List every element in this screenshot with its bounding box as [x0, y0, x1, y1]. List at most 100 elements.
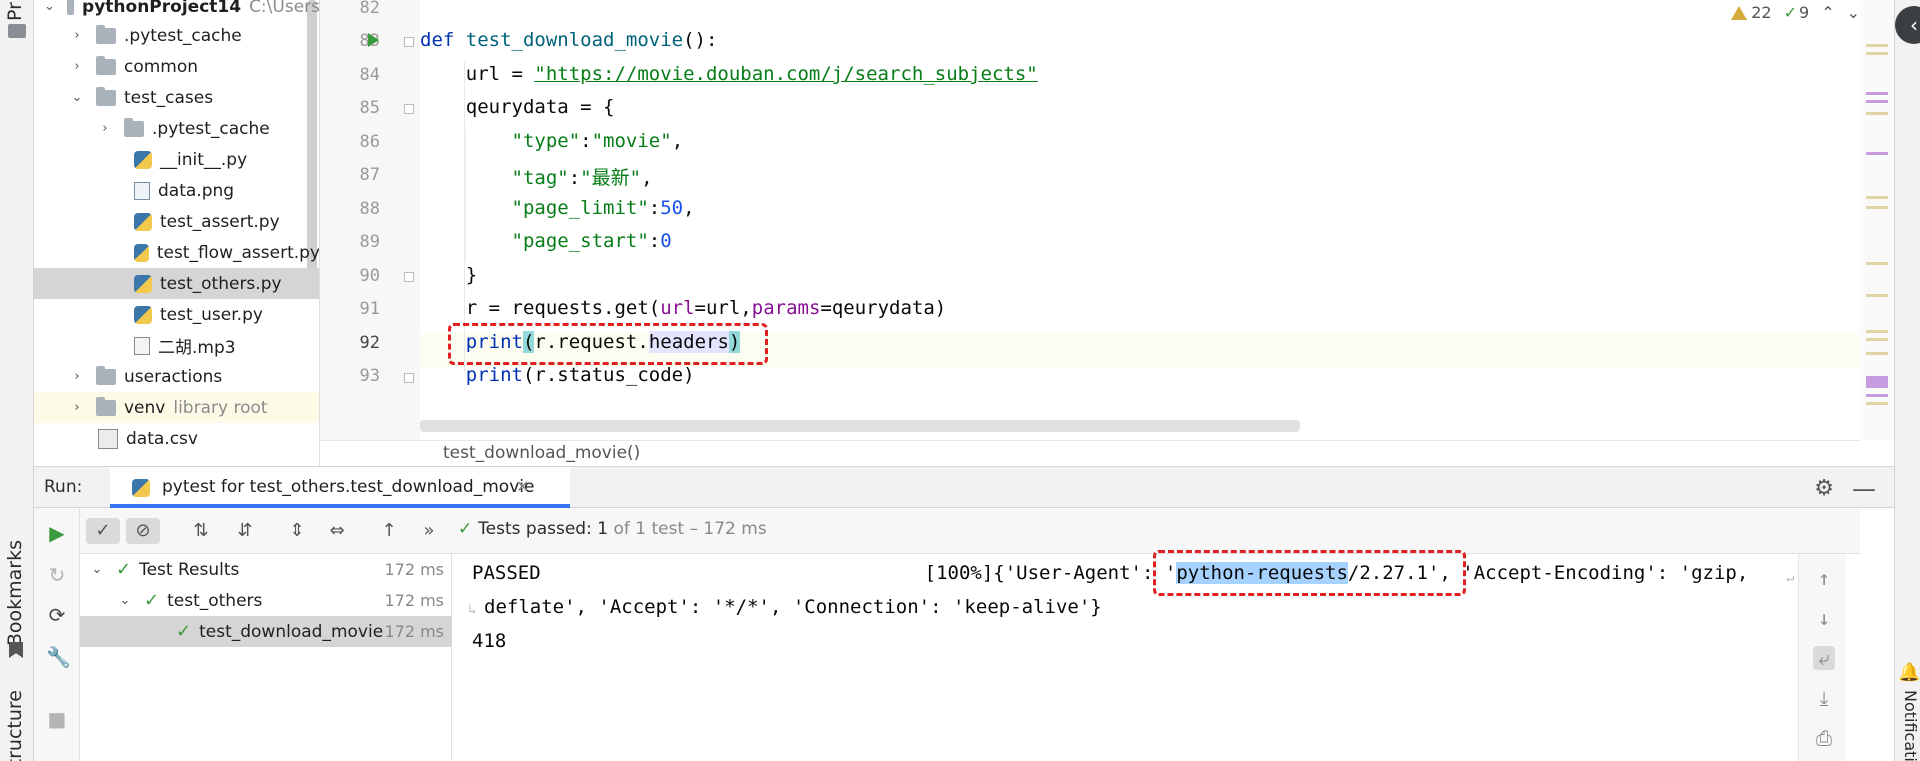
- hide-panel-icon[interactable]: —: [1852, 475, 1876, 503]
- wrench-icon[interactable]: 🔧: [46, 646, 71, 668]
- stripe-mark: [1866, 376, 1888, 388]
- run-config-tab[interactable]: pytest for test_others.test_download_mov…: [110, 467, 570, 508]
- structure-tool-tab[interactable]: Structure: [4, 690, 26, 761]
- tree-item-mp3[interactable]: 二胡.mp3: [34, 330, 319, 361]
- tree-item-label: 二胡.mp3: [158, 338, 236, 358]
- print-icon[interactable]: ⎙: [1813, 726, 1835, 750]
- tree-item-init-py[interactable]: __init__.py: [34, 144, 319, 175]
- warning-icon: [1731, 6, 1748, 20]
- chevron-right-icon[interactable]: ›: [70, 28, 84, 43]
- editor-breadcrumb[interactable]: test_download_movie(): [320, 440, 1860, 466]
- scroll-to-end-icon[interactable]: ⤓: [1813, 686, 1835, 710]
- scroll-down-icon[interactable]: ↓: [1813, 606, 1835, 630]
- tree-item-label: useractions: [124, 366, 223, 387]
- fold-marker-icon[interactable]: [404, 104, 414, 114]
- tree-item-label: test_others.py: [160, 273, 282, 294]
- tree-item-project-root[interactable]: ⌄ pythonProject14 C:\Users: [34, 0, 319, 22]
- fold-marker-icon[interactable]: [404, 373, 414, 383]
- fold-marker-icon[interactable]: [404, 272, 414, 282]
- folder-icon: [96, 24, 116, 44]
- expand-all-icon[interactable]: ⇕: [284, 518, 310, 544]
- result-label: test_download_movie: [199, 621, 384, 642]
- scroll-up-icon[interactable]: ↑: [1813, 566, 1835, 590]
- audio-file-icon: [134, 336, 150, 355]
- python-file-icon: [134, 305, 152, 324]
- tree-item-test-assert[interactable]: test_assert.py: [34, 206, 319, 237]
- console-output[interactable]: PASSED [100%]{'User-Agent': 'python-reque…: [452, 554, 1846, 761]
- tree-item-test-others[interactable]: test_others.py: [34, 268, 319, 299]
- result-row-root[interactable]: ⌄ ✓ Test Results 172 ms: [80, 554, 452, 585]
- result-time: 172 ms: [384, 560, 444, 579]
- show-passed-check-icon[interactable]: ✓: [86, 518, 120, 544]
- check-icon: ✓: [1783, 2, 1797, 22]
- more-actions-icon[interactable]: »: [416, 518, 442, 544]
- result-time: 172 ms: [384, 591, 444, 610]
- tree-item-venv[interactable]: › venv library root: [34, 392, 319, 423]
- run-test-gutter-icon[interactable]: [368, 33, 379, 47]
- chevron-down-icon[interactable]: ⌄: [90, 562, 104, 577]
- passed-check-icon: ✓: [116, 559, 132, 580]
- sort-duration-icon[interactable]: ⇵: [232, 518, 258, 544]
- result-row-test-others[interactable]: ⌄ ✓ test_others 172 ms: [80, 585, 452, 616]
- rerun-failed-icon[interactable]: ↻: [46, 564, 68, 586]
- stripe-mark: [1866, 338, 1888, 341]
- tree-item-test-flow-assert[interactable]: test_flow_assert.py: [34, 237, 319, 268]
- stripe-mark: [1866, 294, 1888, 297]
- project-folder-icon: [8, 24, 26, 38]
- inspection-widget[interactable]: 22 ✓ 9 ⌃ ⌄: [1731, 0, 1860, 24]
- stripe-mark: [1866, 92, 1888, 95]
- warning-count[interactable]: 22: [1731, 3, 1772, 22]
- chevron-up-icon[interactable]: ⌃: [1821, 3, 1834, 22]
- code-line-90: }: [420, 264, 478, 286]
- stripe-mark: [1866, 394, 1888, 397]
- gear-icon[interactable]: ⚙: [1814, 476, 1834, 501]
- line-number: 89: [359, 232, 380, 252]
- annotation-highlight-box-user-agent: [1153, 550, 1466, 596]
- code-editor[interactable]: def test_download_movie(): url = "https:…: [420, 0, 1860, 440]
- run-label: Run:: [44, 477, 83, 497]
- show-ignored-icon[interactable]: ⊘: [126, 518, 160, 544]
- editor-horizontal-scrollbar[interactable]: [420, 420, 1300, 432]
- code-line-83: def test_download_movie():: [420, 29, 718, 51]
- error-stripe[interactable]: [1860, 0, 1894, 440]
- tree-item-label: .pytest_cache: [152, 118, 270, 139]
- close-icon[interactable]: ✕: [516, 477, 529, 496]
- stop-icon[interactable]: ■: [46, 708, 68, 730]
- bookmarks-tool-tab[interactable]: Bookmarks: [4, 540, 26, 646]
- chevron-right-icon[interactable]: ›: [70, 400, 84, 415]
- tree-item-test-cases[interactable]: ⌄ test_cases: [34, 82, 319, 113]
- python-icon: [132, 479, 150, 497]
- python-file-icon: [134, 274, 152, 293]
- sort-alpha-icon[interactable]: ⇅: [188, 518, 214, 544]
- chevron-right-icon[interactable]: ›: [70, 59, 84, 74]
- soft-wrap-toggle-icon[interactable]: ⤶: [1813, 646, 1835, 670]
- tree-item-data-png[interactable]: data.png: [34, 175, 319, 206]
- soft-wrap-icon: ↵: [1786, 570, 1795, 586]
- notifications-tool-tab[interactable]: Notifications: [1901, 690, 1920, 761]
- collapse-all-icon[interactable]: ⇔: [324, 518, 350, 544]
- rerun-play-icon[interactable]: ▶: [46, 522, 68, 544]
- ok-count[interactable]: ✓ 9: [1784, 3, 1810, 22]
- tree-item-test-user[interactable]: test_user.py: [34, 299, 319, 330]
- stripe-mark: [1866, 112, 1888, 115]
- breadcrumb-function[interactable]: test_download_movie(): [443, 443, 640, 463]
- chevron-right-icon[interactable]: ›: [70, 369, 84, 384]
- toggle-auto-test-icon[interactable]: ⟳: [46, 604, 68, 626]
- line-number-current: 92: [359, 333, 380, 353]
- result-row-test-download-movie[interactable]: ✓ test_download_movie 172 ms: [80, 616, 452, 647]
- fold-marker-icon[interactable]: [404, 37, 414, 47]
- chevron-down-icon[interactable]: ⌄: [118, 593, 132, 608]
- tree-item-useractions[interactable]: › useractions: [34, 361, 319, 392]
- chevron-right-icon[interactable]: ›: [98, 121, 112, 136]
- code-line-93: print(r.status_code): [465, 364, 695, 386]
- previous-test-icon[interactable]: ↑: [376, 518, 402, 544]
- chevron-down-icon[interactable]: ⌄: [70, 90, 84, 105]
- tree-item-common[interactable]: › common: [34, 51, 319, 82]
- notifications-bell-icon[interactable]: 🔔: [1898, 662, 1920, 683]
- chevron-down-icon[interactable]: ⌄: [1847, 3, 1860, 22]
- chevron-down-icon[interactable]: ⌄: [44, 0, 55, 14]
- tree-item-pytest-cache[interactable]: › .pytest_cache: [34, 20, 319, 51]
- tree-item-data-csv[interactable]: data.csv: [34, 423, 319, 454]
- project-tool-tab[interactable]: Pr: [4, 2, 26, 21]
- tree-item-pytest-cache-inner[interactable]: › .pytest_cache: [34, 113, 319, 144]
